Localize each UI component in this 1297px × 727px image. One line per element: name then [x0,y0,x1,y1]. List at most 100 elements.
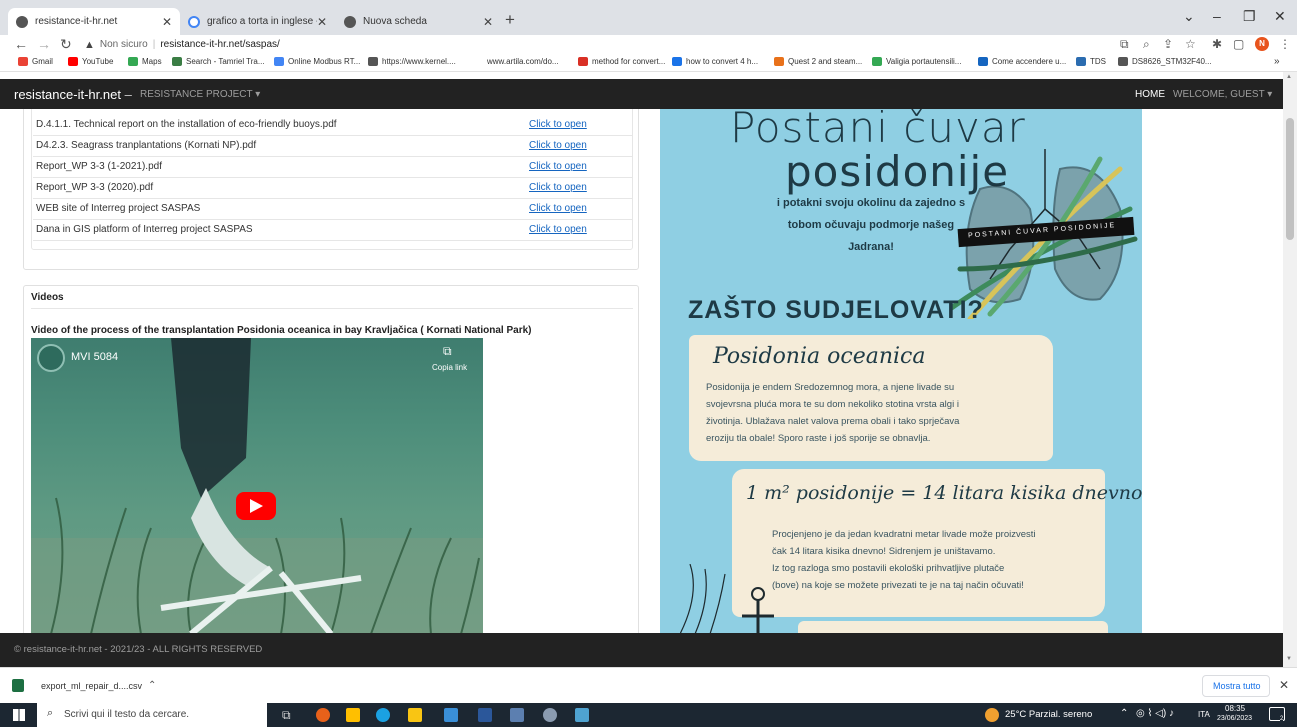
close-tab-icon[interactable]: ✕ [317,15,327,29]
tab-new[interactable]: Nuova scheda ✕ [336,8,501,35]
bookmark-tamriel[interactable]: Search - Tamriel Tra... [172,57,265,66]
globe-icon [16,15,28,28]
copy-link-label[interactable]: Copia link [432,363,467,372]
globe-icon [368,57,378,66]
word-icon[interactable] [478,708,492,722]
scrollbar-thumb[interactable] [1286,118,1294,240]
bookmark-valigia[interactable]: Valigia portautensili... [872,57,961,66]
bookmarks-more-button[interactable]: » [1274,56,1280,67]
table-row: Report_WP 3-3 (2020).pdf Click to open [33,178,633,199]
zoom-icon[interactable]: ⌕ [1143,37,1150,52]
open-link[interactable]: Click to open [529,119,587,130]
bookmark-ds8626[interactable]: DS8626_STM32F40... [1118,57,1212,66]
scroll-down-icon[interactable]: ▼ [1286,656,1292,662]
show-all-button[interactable]: Mostra tutto [1202,675,1270,697]
forward-icon[interactable]: → [37,36,51,52]
app-icon[interactable] [510,708,524,722]
close-tab-icon[interactable]: ✕ [483,15,493,29]
close-download-bar-icon[interactable]: ✕ [1279,678,1289,692]
bookmark-star-icon[interactable]: ☆ [1185,37,1196,51]
tray-expand-icon[interactable]: ⌃ [1120,708,1128,719]
modbus-icon [274,57,284,66]
bookmark-youtube[interactable]: YouTube [68,57,113,66]
bookmark-convert[interactable]: how to convert 4 h... [672,57,758,66]
language-indicator[interactable]: ITA [1198,710,1210,719]
excel-file-icon [12,679,24,692]
tab-title: resistance-it-hr.net [35,16,118,27]
task-view-icon[interactable]: ⧉ [282,708,291,723]
card-title: Posidonia oceanica [713,344,926,369]
close-tab-icon[interactable]: ✕ [162,15,172,29]
store-icon[interactable] [346,708,360,722]
new-tab-button[interactable]: + [505,10,515,30]
bookmark-maps[interactable]: Maps [128,57,162,66]
poster-card-next [798,621,1108,633]
open-link[interactable]: Click to open [529,203,587,214]
bookmark-artila[interactable]: www.artila.com/do... [487,57,559,66]
youtube-video-player[interactable]: MVI 5084 ⧉ Copia link [31,338,483,633]
nav-home[interactable]: HOME [1135,89,1165,100]
copy-link-icon[interactable]: ⧉ [443,344,452,359]
download-bar: export_ml_repair_d....csv ⌃ Mostra tutto… [0,667,1297,703]
card-line: životinja. Ublažava nalet valova prema o… [706,416,960,427]
sidepanel-icon[interactable]: ▢ [1233,37,1244,51]
close-window-button[interactable]: ✕ [1274,8,1286,25]
open-link[interactable]: Click to open [529,182,587,193]
site-brand[interactable]: resistance-it-hr.net – [14,87,132,102]
bookmark-method[interactable]: method for convert... [578,57,665,66]
extensions-icon[interactable]: ✱ [1212,37,1222,51]
translate-icon[interactable]: ⧉ [1120,37,1129,52]
edge-icon[interactable] [376,708,390,722]
app-icon[interactable] [543,708,557,722]
share-icon[interactable]: ⇪ [1163,37,1173,51]
maximize-button[interactable]: ❐ [1243,8,1256,25]
card-line: Posidonija je endem Sredozemnog mora, a … [706,382,955,393]
chevron-up-icon[interactable]: ⌃ [148,680,156,691]
seagrass-illustration [31,338,483,633]
menu-icon[interactable]: ⋮ [1279,37,1291,51]
channel-avatar[interactable] [37,344,65,372]
address-bar[interactable]: ▲ Non sicuro | resistance-it-hr.net/sasp… [84,36,280,53]
tab-resistance[interactable]: resistance-it-hr.net ✕ [8,8,180,35]
clock-time[interactable]: 08:35 [1225,704,1245,713]
open-link[interactable]: Click to open [529,161,587,172]
windows-start-icon[interactable] [13,709,25,721]
chrome-icon[interactable] [316,708,330,722]
open-link[interactable]: Click to open [529,140,587,151]
table-row: D.4.1.1. Technical report on the install… [33,115,633,136]
minimize-button[interactable]: – [1213,8,1221,24]
project-dropdown[interactable]: RESISTANCE PROJECT ▾ [140,89,260,100]
user-dropdown[interactable]: WELCOME, GUEST ▾ [1173,89,1272,100]
weather-text[interactable]: 25°C Parzial. sereno [1005,709,1092,720]
open-link[interactable]: Click to open [529,224,587,235]
bookmark-gmail[interactable]: Gmail [18,57,53,66]
explorer-icon[interactable] [408,708,422,722]
profile-avatar[interactable]: N [1255,37,1269,51]
card-line: (bove) na koje se možete privezati te je… [772,580,1024,591]
download-filename[interactable]: export_ml_repair_d....csv [41,681,142,691]
bookmark-quest[interactable]: Quest 2 and steam... [774,57,862,66]
mail-icon[interactable] [444,708,458,722]
tab-search-icon[interactable]: ⌄ [1183,8,1195,25]
back-icon[interactable]: ← [14,36,28,52]
app-icon[interactable] [575,708,589,722]
document-name: D4.2.3. Seagrass tranplantations (Kornat… [36,140,257,151]
site-navbar: resistance-it-hr.net – RESISTANCE PROJEC… [0,79,1283,109]
globe-icon [344,15,356,28]
card-title: 1 m² posidonije = 14 litara kisika dnevn… [746,482,1142,504]
weather-icon [985,708,999,722]
bookmark-kernel[interactable]: https://www.kernel.... [368,57,456,66]
maps-icon [128,57,138,66]
tds-icon [1076,57,1086,66]
tray-icons[interactable]: ◎ ⌇ ◁) ♪ [1136,708,1174,719]
reload-icon[interactable]: ↻ [60,36,72,53]
divider [31,308,633,309]
clock-date[interactable]: 23/06/2023 [1217,715,1252,722]
bookmark-tds[interactable]: TDS [1076,57,1106,66]
taskbar-search-box[interactable]: ⌕ Scrivi qui il testo da cercare. [37,703,267,727]
tab-google-search[interactable]: grafico a torta in inglese - Cerca ✕ [180,8,335,35]
gmail-icon [18,57,28,66]
scroll-up-icon[interactable]: ▲ [1286,74,1292,80]
bookmark-accendere[interactable]: Come accendere u... [978,57,1066,66]
bookmark-modbus[interactable]: Online Modbus RT... [274,57,360,66]
